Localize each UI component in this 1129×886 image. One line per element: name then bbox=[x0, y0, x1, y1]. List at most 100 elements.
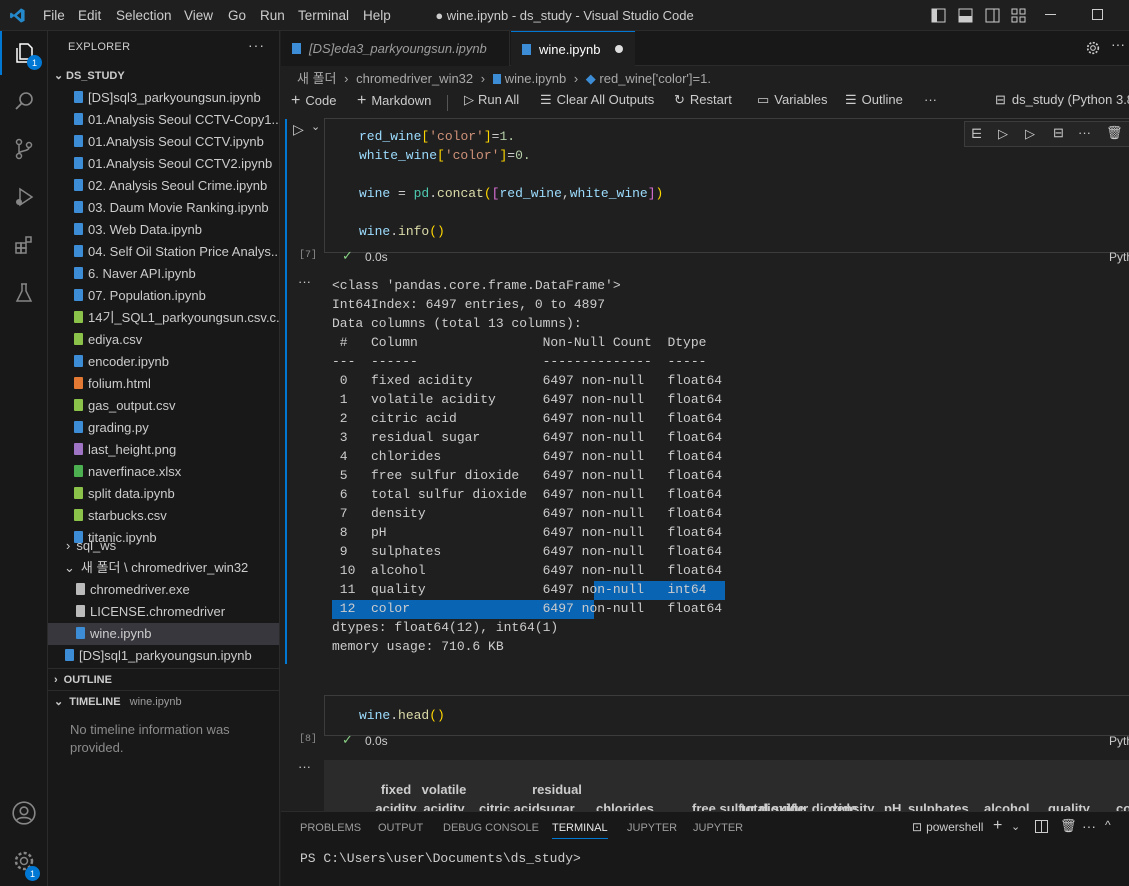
tab-problems[interactable]: PROBLEMS bbox=[300, 822, 361, 834]
breadcrumb-item[interactable]: 새 폴더 bbox=[297, 71, 337, 86]
file-item[interactable]: chromedriver.exe bbox=[48, 579, 279, 601]
workspace-root[interactable]: ⌄ DS_STUDY bbox=[48, 65, 279, 87]
file-item[interactable]: last_height.png bbox=[48, 439, 279, 461]
explorer-activity[interactable]: 1 bbox=[0, 31, 48, 75]
toggle-secondary-sidebar-icon[interactable] bbox=[985, 8, 1000, 23]
execute-above-icon[interactable]: ▷ bbox=[998, 126, 1008, 142]
file-item[interactable]: [DS]sql1_parkyoungsun.ipynb bbox=[48, 645, 279, 667]
unsaved-dot-icon[interactable] bbox=[615, 45, 623, 53]
file-item[interactable]: 04. Self Oil Station Price Analys... bbox=[48, 241, 279, 263]
source-control-activity[interactable] bbox=[0, 127, 48, 171]
tab-output[interactable]: OUTPUT bbox=[378, 822, 423, 834]
file-item[interactable]: encoder.ipynb bbox=[48, 351, 279, 373]
minimize-icon[interactable] bbox=[1045, 14, 1056, 15]
run-cell-icon[interactable]: ▷ bbox=[293, 121, 304, 138]
terminal-shell-selector[interactable]: ⊡ powershell bbox=[912, 820, 983, 834]
tab-wine[interactable]: wine.ipynb bbox=[511, 31, 635, 66]
run-all-button[interactable]: ▷ Run All bbox=[464, 92, 519, 108]
cell-language[interactable]: Pyth bbox=[1109, 734, 1129, 748]
run-debug-activity[interactable] bbox=[0, 175, 48, 219]
output-more-icon[interactable]: ··· bbox=[298, 759, 311, 774]
outline-button[interactable]: ☰ Outline bbox=[845, 92, 903, 108]
activity-bar: 1 1 bbox=[0, 31, 48, 886]
table-header-cell: col bbox=[1116, 801, 1129, 811]
add-markdown-button[interactable]: + Markdown bbox=[357, 92, 431, 110]
split-terminal-icon[interactable] bbox=[1035, 820, 1048, 833]
tab-jupyter[interactable]: JUPYTER bbox=[627, 822, 677, 834]
run-by-line-icon[interactable]: ⋿ bbox=[971, 126, 982, 142]
file-item[interactable]: 01.Analysis Seoul CCTV-Copy1.... bbox=[48, 109, 279, 131]
xlsx-file-icon bbox=[74, 465, 83, 477]
file-item[interactable]: naverfinace.xlsx bbox=[48, 461, 279, 483]
tab-debug-console[interactable]: DEBUG CONSOLE bbox=[443, 822, 539, 834]
file-item[interactable]: 02. Analysis Seoul Crime.ipynb bbox=[48, 175, 279, 197]
notebook-icon bbox=[492, 74, 501, 84]
tab-terminal[interactable]: TERMINAL bbox=[552, 822, 608, 839]
manage-activity[interactable]: 1 bbox=[0, 839, 48, 883]
cell-toolbar: ⋿ ▷ ▷ ⊟ ··· 🗑 bbox=[964, 121, 1129, 147]
file-item[interactable]: split data.ipynb bbox=[48, 483, 279, 505]
add-code-button[interactable]: + Code bbox=[291, 92, 336, 110]
terminal-prompt[interactable]: PS C:\Users\user\Documents\ds_study> bbox=[300, 851, 581, 866]
file-item[interactable]: folium.html bbox=[48, 373, 279, 395]
more-actions-icon[interactable]: ··· bbox=[1082, 818, 1096, 834]
file-item[interactable]: [DS]sql3_parkyoungsun.ipynb bbox=[48, 87, 279, 109]
testing-activity[interactable] bbox=[0, 271, 48, 315]
cell-language[interactable]: Pyth bbox=[1109, 250, 1129, 264]
file-item[interactable]: 03. Daum Movie Ranking.ipynb bbox=[48, 197, 279, 219]
file-item[interactable]: 01.Analysis Seoul CCTV.ipynb bbox=[48, 131, 279, 153]
file-item[interactable]: gas_output.csv bbox=[48, 395, 279, 417]
kernel-icon: ⊟ bbox=[995, 92, 1006, 107]
tab-eda3[interactable]: [DS]eda3_parkyoungsun.ipynb bbox=[281, 31, 510, 66]
file-item[interactable]: starbucks.csv bbox=[48, 505, 279, 527]
gear-icon[interactable] bbox=[1085, 40, 1101, 56]
file-item[interactable]: ediya.csv bbox=[48, 329, 279, 351]
maximize-icon[interactable] bbox=[1092, 9, 1103, 20]
accounts-activity[interactable] bbox=[0, 791, 48, 835]
clear-outputs-button[interactable]: ☰ Clear All Outputs bbox=[540, 92, 654, 108]
breadcrumb: 새 폴더 › chromedriver_win32 › wine.ipynb ›… bbox=[297, 71, 711, 86]
toggle-sidebar-icon[interactable] bbox=[931, 8, 946, 23]
trash-icon[interactable]: 🗑 bbox=[1060, 818, 1077, 834]
folder-sql-ws[interactable]: › sql_ws bbox=[48, 535, 279, 557]
csv-file-icon bbox=[74, 333, 83, 345]
execute-below-icon[interactable]: ▷ bbox=[1025, 126, 1035, 142]
kernel-picker[interactable]: ⊟ ds_study (Python 3.8 bbox=[995, 92, 1129, 108]
file-item[interactable]: 01.Analysis Seoul CCTV2.ipynb bbox=[48, 153, 279, 175]
chevron-down-icon[interactable]: ⌄ bbox=[311, 120, 320, 133]
breadcrumb-item[interactable]: red_wine['color']=1. bbox=[599, 71, 711, 86]
customize-layout-icon[interactable] bbox=[1011, 8, 1026, 23]
maximize-panel-icon[interactable]: ^ bbox=[1105, 818, 1111, 832]
new-terminal-icon[interactable]: + bbox=[993, 817, 1002, 835]
delete-cell-icon[interactable]: 🗑 bbox=[1106, 125, 1123, 141]
more-actions-icon[interactable]: ··· bbox=[248, 37, 265, 53]
execution-count: [7] bbox=[299, 250, 318, 261]
split-cell-icon[interactable]: ⊟ bbox=[1053, 125, 1064, 141]
file-item[interactable]: 07. Population.ipynb bbox=[48, 285, 279, 307]
folder-chromedriver[interactable]: ⌄ 새 폴더 \ chromedriver_win32 bbox=[48, 557, 279, 579]
file-item[interactable]: 6. Naver API.ipynb bbox=[48, 263, 279, 285]
variables-button[interactable]: ▭ Variables bbox=[757, 92, 828, 108]
file-item[interactable]: wine.ipynb bbox=[48, 623, 279, 645]
more-actions-icon[interactable]: ··· bbox=[924, 92, 937, 107]
extensions-activity[interactable] bbox=[0, 223, 48, 267]
outline-section[interactable]: › OUTLINE bbox=[48, 668, 279, 690]
more-actions-icon[interactable]: ··· bbox=[1111, 36, 1125, 52]
chevron-down-icon[interactable]: ⌄ bbox=[1011, 820, 1020, 833]
file-item[interactable]: 03. Web Data.ipynb bbox=[48, 219, 279, 241]
restart-button[interactable]: ↻ Restart bbox=[674, 92, 732, 108]
breadcrumb-item[interactable]: wine.ipynb bbox=[505, 71, 566, 86]
toggle-panel-icon[interactable] bbox=[958, 8, 973, 23]
code-cell-editor[interactable]: wine.head() bbox=[324, 695, 1129, 736]
more-actions-icon[interactable]: ··· bbox=[1078, 125, 1091, 140]
tab-jupyter-2[interactable]: JUPYTER bbox=[693, 822, 743, 834]
settings-badge: 1 bbox=[25, 866, 40, 881]
file-item[interactable]: LICENSE.chromedriver bbox=[48, 601, 279, 623]
file-item[interactable]: grading.py bbox=[48, 417, 279, 439]
output-line: # Column Non-Null Count Dtype bbox=[332, 335, 723, 350]
search-activity[interactable] bbox=[0, 79, 48, 123]
output-more-icon[interactable]: ··· bbox=[298, 274, 311, 289]
file-item[interactable]: 14기_SQL1_parkyoungsun.csv.c... bbox=[48, 307, 279, 329]
timeline-section[interactable]: ⌄ TIMELINE wine.ipynb bbox=[48, 690, 279, 712]
breadcrumb-item[interactable]: chromedriver_win32 bbox=[356, 71, 473, 86]
